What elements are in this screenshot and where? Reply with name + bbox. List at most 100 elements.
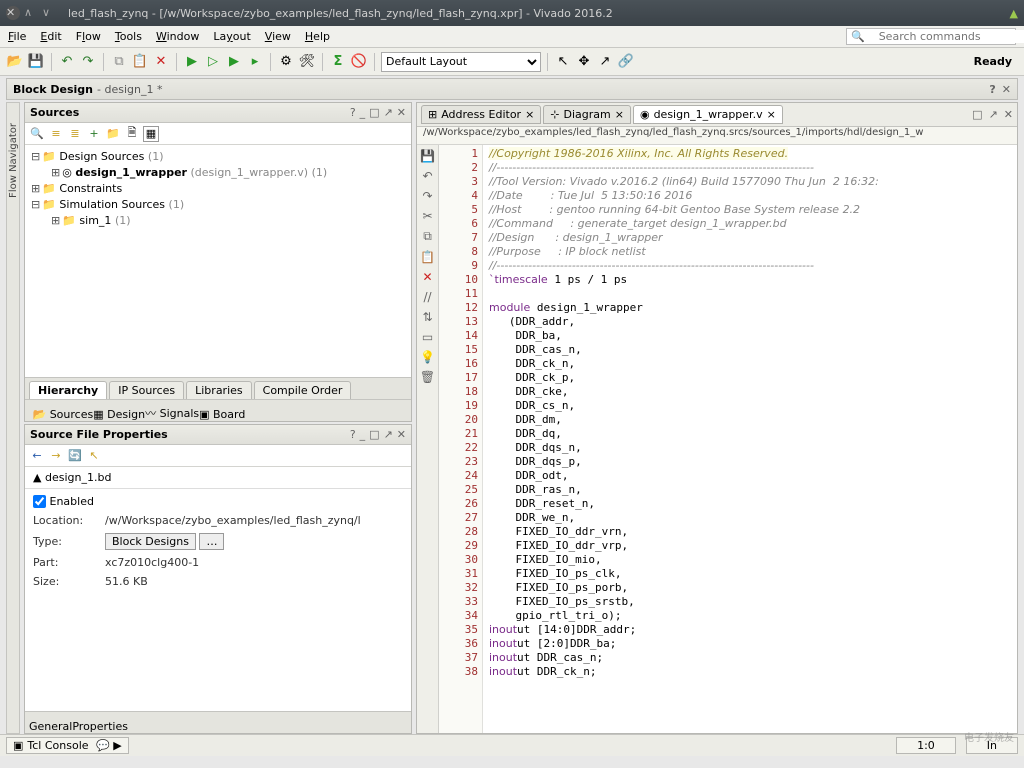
close-icon[interactable]: ×: [525, 108, 534, 121]
paste-icon[interactable]: 📋: [131, 53, 149, 71]
delete-icon[interactable]: ✕: [152, 53, 170, 71]
props-tabs: General Properties: [25, 711, 411, 733]
window-titlebar: ✕ ∧ ∨ led_flash_zynq - [/w/Workspace/zyb…: [0, 0, 1024, 26]
help-icon[interactable]: ?: [989, 83, 995, 96]
find-icon[interactable]: ⇅: [422, 310, 432, 324]
restore-icon[interactable]: ↗: [384, 428, 393, 441]
tab-general[interactable]: General: [29, 720, 72, 733]
close-icon[interactable]: ✕: [397, 106, 406, 119]
maximize-icon[interactable]: □: [369, 106, 379, 119]
minimize-icon[interactable]: _: [360, 106, 366, 119]
tab-diagram[interactable]: ⊹Diagram×: [543, 105, 631, 124]
menu-flow[interactable]: Flow: [76, 30, 101, 43]
cut-icon[interactable]: ✂: [422, 209, 432, 223]
help-icon[interactable]: ?: [350, 428, 356, 441]
view-icon[interactable]: ▦: [143, 126, 159, 142]
tab-design[interactable]: ▦ Design: [93, 408, 145, 421]
open-icon[interactable]: 📂: [6, 53, 24, 71]
code-area[interactable]: //Copyright 1986-2016 Xilinx, Inc. All R…: [483, 145, 1017, 733]
expand-icon[interactable]: ≡: [48, 126, 64, 142]
save-icon[interactable]: 💾: [420, 149, 435, 163]
restore-icon[interactable]: ↗: [989, 108, 998, 121]
paste-icon[interactable]: 📋: [420, 250, 435, 264]
step-icon[interactable]: ▸: [246, 53, 264, 71]
bookmark-icon[interactable]: ▭: [422, 330, 433, 344]
enabled-checkbox[interactable]: [33, 495, 46, 508]
tab-signals[interactable]: 〰 Signals: [145, 405, 199, 421]
save-icon[interactable]: 💾: [27, 53, 45, 71]
settings-icon[interactable]: ⚙: [277, 53, 295, 71]
code-editor[interactable]: 💾 ↶ ↷ ✂ ⧉ 📋 ✕ // ⇅ ▭ 💡 🗑 123456789101112…: [417, 145, 1017, 733]
tab-hierarchy[interactable]: Hierarchy: [29, 381, 107, 399]
undo-icon[interactable]: ↶: [422, 169, 432, 183]
sigma-icon[interactable]: Σ: [329, 53, 347, 71]
search-icon: 🔍: [851, 30, 865, 43]
tab-ip-sources[interactable]: IP Sources: [109, 381, 184, 399]
file-icon: ◉: [640, 108, 650, 121]
run-impl-icon[interactable]: ▷: [204, 53, 222, 71]
trash-icon[interactable]: 🗑: [420, 370, 435, 384]
minimize-window-icon[interactable]: ∧: [24, 6, 38, 20]
menu-file[interactable]: File: [8, 30, 26, 43]
restore-icon[interactable]: ↗: [384, 106, 393, 119]
delete-icon[interactable]: ✕: [422, 270, 432, 284]
copy-icon[interactable]: ⧉: [110, 53, 128, 71]
search-commands-box[interactable]: 🔍: [846, 28, 1016, 45]
bulb-icon[interactable]: 💡: [420, 350, 435, 364]
menu-edit[interactable]: Edit: [40, 30, 61, 43]
sources-tree[interactable]: ⊟📁 Design Sources (1) ⊞◎ design_1_wrappe…: [25, 145, 411, 377]
menu-view[interactable]: View: [265, 30, 291, 43]
link-icon[interactable]: 🔗: [617, 53, 635, 71]
pan-icon[interactable]: ✥: [575, 53, 593, 71]
flow-navigator-collapsed[interactable]: Flow Navigator: [6, 102, 20, 734]
tcl-console-button[interactable]: ▣ Tcl Console 💬 ▶: [6, 737, 129, 754]
add-source-icon[interactable]: +: [86, 126, 102, 142]
tab-compile-order[interactable]: Compile Order: [254, 381, 352, 399]
maximize-icon[interactable]: □: [369, 428, 379, 441]
redo-icon[interactable]: ↷: [422, 189, 432, 203]
cursor-icon[interactable]: ↖: [554, 53, 572, 71]
close-icon[interactable]: ✕: [1002, 83, 1011, 96]
search-icon[interactable]: 🔍: [29, 126, 45, 142]
run-synth-icon[interactable]: ▶: [183, 53, 201, 71]
tab-wrapper-file[interactable]: ◉design_1_wrapper.v×: [633, 105, 783, 124]
folder-icon[interactable]: 📁: [105, 126, 121, 142]
refresh-icon[interactable]: 🔄: [67, 448, 83, 464]
tab-board[interactable]: ▣ Board: [199, 408, 245, 421]
pointer-icon[interactable]: ↖: [86, 448, 102, 464]
minimize-icon[interactable]: □: [972, 108, 982, 121]
editor-path: /w/Workspace/zybo_examples/led_flash_zyn…: [417, 127, 1017, 145]
close-icon[interactable]: ✕: [397, 428, 406, 441]
redo-icon[interactable]: ↷: [79, 53, 97, 71]
tab-properties[interactable]: Properties: [72, 720, 128, 733]
undo-icon[interactable]: ↶: [58, 53, 76, 71]
menu-tools[interactable]: Tools: [115, 30, 142, 43]
close-icon[interactable]: ✕: [1004, 108, 1013, 121]
refresh-icon[interactable]: 🗎: [124, 126, 140, 142]
menu-help[interactable]: Help: [305, 30, 330, 43]
play-icon[interactable]: ▶: [225, 53, 243, 71]
no-icon[interactable]: 🚫: [350, 53, 368, 71]
select-icon[interactable]: ↗: [596, 53, 614, 71]
close-window-icon[interactable]: ✕: [6, 6, 20, 20]
tab-address-editor[interactable]: ⊞Address Editor×: [421, 105, 541, 124]
tools-icon[interactable]: 🛠: [298, 53, 316, 71]
close-icon[interactable]: ×: [767, 108, 776, 121]
search-input[interactable]: [879, 30, 1024, 43]
maximize-window-icon[interactable]: ∨: [42, 6, 56, 20]
tab-sources[interactable]: 📂 Sources: [29, 408, 93, 421]
copy-icon[interactable]: ⧉: [423, 229, 432, 244]
type-button[interactable]: Block Designs: [105, 533, 196, 550]
menu-layout[interactable]: Layout: [213, 30, 250, 43]
minimize-icon[interactable]: _: [360, 428, 366, 441]
help-icon[interactable]: ?: [350, 106, 356, 119]
close-icon[interactable]: ×: [615, 108, 624, 121]
tab-libraries[interactable]: Libraries: [186, 381, 252, 399]
collapse-icon[interactable]: ≣: [67, 126, 83, 142]
block-design-doc: - design_1 *: [97, 83, 162, 96]
type-more-button[interactable]: …: [199, 533, 224, 550]
forward-icon[interactable]: →: [48, 448, 64, 464]
menu-window[interactable]: Window: [156, 30, 199, 43]
back-icon[interactable]: ←: [29, 448, 45, 464]
layout-select[interactable]: Default Layout: [381, 52, 541, 72]
